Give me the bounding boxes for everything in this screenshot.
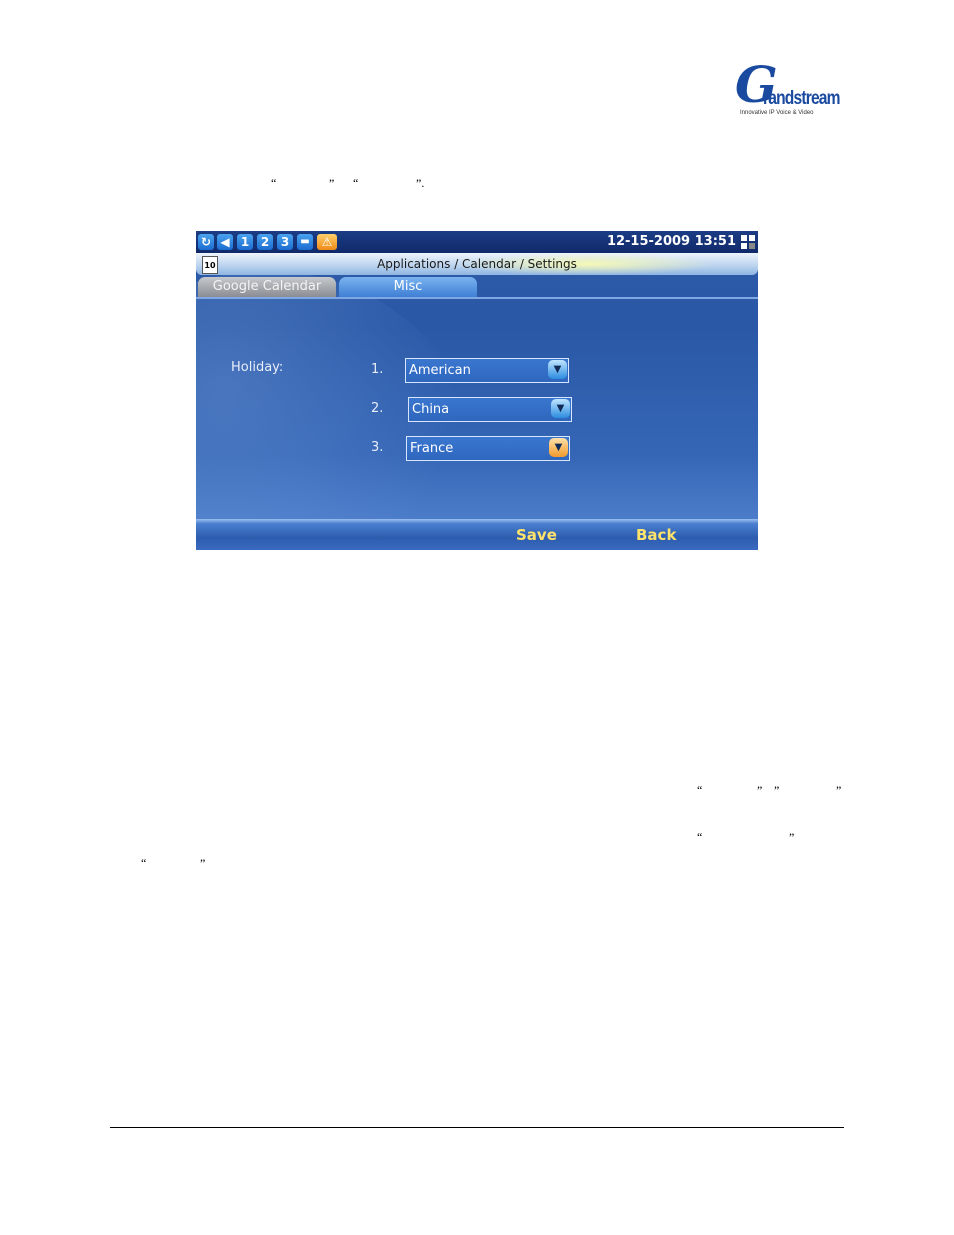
footer-divider [110,1127,844,1128]
tray-icon: ▬ [297,234,313,250]
grandstream-logo: G randstream Innovative IP Voice & Video [735,60,840,120]
refresh-icon: ↻ [198,234,214,250]
quote-mark: ” [200,856,206,870]
warning-icon: ⚠ [317,234,337,250]
holiday-row-number: 3. [371,440,384,455]
quote-mark: “ [353,176,359,190]
volume-icon: ◀ [217,234,233,250]
status-bar: ↻ ◀ 1 2 3 ▬ ⚠ 12-15-2009 13:51 [196,231,758,253]
quote-mark: “ [697,830,703,844]
chevron-down-icon[interactable]: ▼ [548,360,567,379]
quote-mark: ” [789,830,795,844]
quote-mark: “ [141,856,147,870]
tab-misc[interactable]: Misc [339,277,477,297]
line-2-icon[interactable]: 2 [257,234,273,250]
line-1-icon[interactable]: 1 [237,234,253,250]
quote-mark: ”. [416,176,425,190]
logo-tagline: Innovative IP Voice & Video [740,110,814,116]
holiday-select-value: China [412,402,450,417]
title-bar: 10 Applications / Calendar / Settings [196,253,758,275]
grid-icon[interactable] [741,235,755,249]
tab-bar: Google Calendar Misc [196,275,758,299]
chevron-down-icon[interactable]: ▼ [551,399,570,418]
tab-google-calendar[interactable]: Google Calendar [198,277,336,297]
quote-mark: ” [757,783,763,797]
holiday-label: Holiday: [231,360,284,375]
quote-mark: “ [271,176,277,190]
device-screen: ↻ ◀ 1 2 3 ▬ ⚠ 12-15-2009 13:51 10 Applic… [196,231,758,550]
quote-mark: ” [329,176,335,190]
quote-mark: ” [836,783,842,797]
status-datetime: 12-15-2009 13:51 [606,234,736,249]
quote-mark: ” [774,783,780,797]
holiday-row-number: 2. [371,401,384,416]
save-button[interactable]: Save [516,526,557,544]
line-3-icon[interactable]: 3 [277,234,293,250]
holiday-select-3[interactable]: France ▼ [406,436,570,461]
softkey-bar: Save Back [196,519,758,550]
holiday-select-value: American [409,363,471,378]
chevron-down-icon[interactable]: ▼ [549,438,568,457]
quote-mark: “ [697,783,703,797]
back-button[interactable]: Back [636,526,676,544]
page-title: Applications / Calendar / Settings [377,257,577,271]
logo-word: randstream [763,88,840,109]
holiday-row-number: 1. [371,362,384,377]
holiday-select-1[interactable]: American ▼ [405,358,569,383]
holiday-select-value: France [410,441,454,456]
holiday-select-2[interactable]: China ▼ [408,397,572,422]
